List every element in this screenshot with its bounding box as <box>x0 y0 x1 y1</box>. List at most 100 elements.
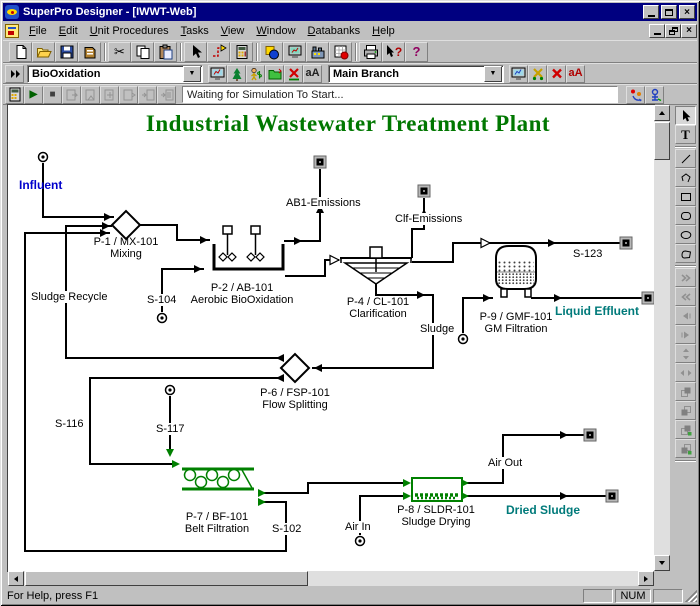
unit-label-mixer[interactable]: P-1 / MX-101 Mixing <box>80 236 172 260</box>
unit-clarifier-icon[interactable] <box>340 247 412 284</box>
horizontal-scroll-thumb[interactable] <box>25 571 308 586</box>
chevron-down-icon[interactable]: ▼ <box>484 66 502 82</box>
save-button[interactable] <box>55 42 78 62</box>
stream-label-ab1-emissions[interactable]: AB1-Emissions <box>285 197 362 209</box>
palette-chevron-left-button[interactable] <box>675 287 696 306</box>
unit-label-aeration-basin[interactable]: P-2 / AB-101 Aerobic BioOxidation <box>190 282 294 306</box>
branch-combobox[interactable]: Main Branch ▼ <box>328 65 504 83</box>
stream-label-s116[interactable]: S-116 <box>54 418 85 430</box>
section-folder-button[interactable] <box>265 65 284 83</box>
stream-label-air-in[interactable]: Air In <box>344 521 372 533</box>
breakpoints-button[interactable] <box>329 42 352 62</box>
stop-button[interactable]: ■ <box>43 86 62 104</box>
palette-center-horizontal-button[interactable] <box>675 363 696 382</box>
resize-grip[interactable] <box>685 590 697 602</box>
new-document-button[interactable] <box>9 42 32 62</box>
stream-cake-line[interactable] <box>260 483 405 493</box>
stream-label-dried-sludge[interactable]: Dried Sludge <box>505 503 581 517</box>
scroll-down-button[interactable] <box>654 555 670 571</box>
superpro-app-icon[interactable] <box>5 5 19 19</box>
menu-tasks[interactable]: Tasks <box>175 23 215 39</box>
palette-rectangle-button[interactable] <box>675 187 696 206</box>
stream-label-influent[interactable]: Influent <box>18 178 63 192</box>
unit-label-gm-filter[interactable]: P-9 / GMF-101 GM Filtration <box>474 311 558 335</box>
vertical-scroll-thumb[interactable] <box>654 122 670 160</box>
step-button-1[interactable] <box>62 86 81 104</box>
context-help-button[interactable]: ? <box>382 42 405 62</box>
scroll-right-button[interactable] <box>638 571 654 586</box>
stream-label-s123[interactable]: S-123 <box>572 248 603 260</box>
section-combobox[interactable]: BioOxidation ▼ <box>27 65 203 83</box>
print-button[interactable] <box>359 42 382 62</box>
unit-dryer-icon[interactable] <box>412 478 462 501</box>
stream-label-sludge-recycle[interactable]: Sludge Recycle <box>30 291 108 303</box>
minimize-button[interactable] <box>643 5 659 19</box>
solve-button[interactable] <box>5 86 24 104</box>
stream-label-clf-emissions[interactable]: Clf-Emissions <box>394 213 463 225</box>
calculator-button[interactable] <box>230 42 253 62</box>
section-economics-button[interactable] <box>246 65 265 83</box>
stream-s102-line[interactable] <box>25 233 286 551</box>
close-button[interactable]: × <box>679 5 695 19</box>
palette-ellipse-button[interactable] <box>675 225 696 244</box>
palette-nudge-right-button[interactable] <box>675 325 696 344</box>
chart-monitor-button[interactable] <box>283 42 306 62</box>
palette-bring-to-front-button[interactable] <box>675 382 696 401</box>
scroll-left-button[interactable] <box>8 571 24 586</box>
workbook-button[interactable] <box>78 42 101 62</box>
flowsheet-canvas[interactable]: Industrial Wastewater Treatment Plant <box>8 105 654 571</box>
menu-unit-procedures[interactable]: Unit Procedures <box>84 23 175 39</box>
palette-polygon-button[interactable] <box>675 244 696 263</box>
unit-belt-filter-icon[interactable] <box>182 469 254 489</box>
palette-polyline-button[interactable] <box>675 168 696 187</box>
unit-label-splitter[interactable]: P-6 / FSP-101 Flow Splitting <box>251 387 339 411</box>
mdi-restore-button[interactable] <box>665 24 681 38</box>
section-resources-button[interactable] <box>227 65 246 83</box>
stream-label-s104[interactable]: S-104 <box>146 294 177 306</box>
unit-shapes-button[interactable] <box>260 42 283 62</box>
open-button[interactable] <box>32 42 55 62</box>
maximize-button[interactable] <box>661 5 677 19</box>
record-button[interactable] <box>645 86 664 104</box>
step-button-6[interactable] <box>157 86 176 104</box>
expand-sections-button[interactable] <box>5 65 24 83</box>
unit-label-clarifier[interactable]: P-4 / CL-101 Clarification <box>336 296 420 320</box>
step-button-2[interactable] <box>81 86 100 104</box>
palette-line-button[interactable] <box>675 149 696 168</box>
menu-databanks[interactable]: Databanks <box>302 23 367 39</box>
mdi-close-button[interactable]: × <box>681 24 697 38</box>
chevron-down-icon[interactable]: ▼ <box>183 66 201 82</box>
horizontal-scrollbar[interactable] <box>8 571 654 586</box>
palette-chevron-right-button[interactable] <box>675 268 696 287</box>
menu-window[interactable]: Window <box>250 23 301 39</box>
palette-send-backward-button[interactable] <box>675 439 696 458</box>
paste-button[interactable] <box>154 42 177 62</box>
branch-properties-button[interactable] <box>509 65 528 83</box>
palette-send-to-back-button[interactable] <box>675 401 696 420</box>
palette-select-button[interactable] <box>675 106 696 125</box>
delete-branch-button[interactable] <box>547 65 566 83</box>
menu-view[interactable]: View <box>215 23 251 39</box>
unit-gm-filter-icon[interactable] <box>496 246 536 297</box>
unit-splitter-icon[interactable] <box>281 354 309 382</box>
watch-button[interactable] <box>626 86 645 104</box>
section-properties-button[interactable] <box>208 65 227 83</box>
section-font-button[interactable]: aA <box>303 65 322 83</box>
unit-label-belt-filter[interactable]: P-7 / BF-101 Belt Filtration <box>175 511 259 535</box>
play-button[interactable]: ▶ <box>24 86 43 104</box>
stream-air-out-line[interactable] <box>467 435 584 483</box>
menu-file[interactable]: File <box>23 23 53 39</box>
branch-font-button[interactable]: aA <box>566 65 585 83</box>
palette-bring-forward-button[interactable] <box>675 420 696 439</box>
stream-clf-emissions-line[interactable] <box>412 198 424 258</box>
vertical-scrollbar[interactable] <box>654 105 670 571</box>
palette-nudge-left-button[interactable] <box>675 306 696 325</box>
branch-tools-button[interactable] <box>528 65 547 83</box>
unit-label-dryer[interactable]: P-8 / SLDR-101 Sludge Drying <box>394 504 478 528</box>
menu-help[interactable]: Help <box>366 23 401 39</box>
copy-button[interactable] <box>131 42 154 62</box>
delete-section-button[interactable] <box>284 65 303 83</box>
help-button[interactable]: ? <box>405 42 428 62</box>
stream-label-air-out[interactable]: Air Out <box>487 457 523 469</box>
equipment-button[interactable] <box>306 42 329 62</box>
